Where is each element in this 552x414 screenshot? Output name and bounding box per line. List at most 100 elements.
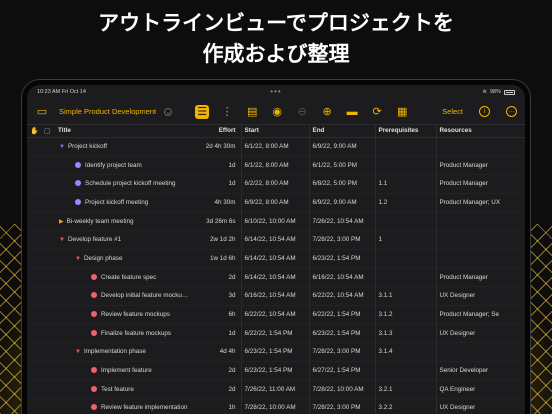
row-prerequisites[interactable] <box>374 211 436 231</box>
row-prerequisites[interactable]: 1.1 <box>374 174 436 194</box>
row-prerequisites[interactable]: 1 <box>374 230 436 250</box>
row-start[interactable]: 6/14/22, 10:54 AM <box>240 249 309 269</box>
row-effort[interactable]: 1h <box>195 398 241 414</box>
row-prerequisites[interactable] <box>374 155 436 175</box>
row-end[interactable]: 6/9/22, 9:00 AM <box>308 193 375 213</box>
row-end[interactable]: 6/22/22, 10:54 AM <box>308 286 375 306</box>
row-title[interactable]: Implementation phase <box>84 348 146 355</box>
row-end[interactable]: 6/16/22, 10:54 AM <box>308 267 375 287</box>
row-effort[interactable]: 2d 4h 30m <box>195 137 241 157</box>
row-end[interactable]: 6/23/22, 1:54 PM <box>308 323 375 344</box>
add-icon[interactable]: ⊕ <box>320 105 334 119</box>
row-effort[interactable]: 2d <box>195 361 241 381</box>
row-resources[interactable]: Product Manager <box>435 155 525 175</box>
table-row[interactable]: Schedule project kickoff meeting 1d 6/2/… <box>27 174 525 194</box>
info-icon[interactable]: i <box>479 106 490 117</box>
row-title[interactable]: Review feature implementation <box>101 404 187 411</box>
row-title[interactable]: Review feature mockups <box>101 311 170 318</box>
title-column-header[interactable]: Title <box>55 125 195 138</box>
row-start[interactable]: 6/22/22, 10:54 AM <box>240 305 309 325</box>
table-row[interactable]: ▼ Design phase 1w 1d 6h 6/14/22, 10:54 AM… <box>27 249 525 269</box>
row-end[interactable]: 7/28/22, 3:00 PM <box>308 230 375 250</box>
disclosure-triangle-icon[interactable]: ▼ <box>59 144 65 150</box>
row-resources[interactable]: Product Manager; UX <box>435 193 525 213</box>
effort-column-header[interactable]: Effort <box>195 125 241 138</box>
row-title[interactable]: Test feature <box>101 386 134 393</box>
row-end[interactable]: 7/28/22, 3:00 PM <box>308 398 375 414</box>
outline-view-icon[interactable]: ☰ <box>195 104 210 119</box>
row-start[interactable]: 6/23/22, 1:54 PM <box>240 342 309 362</box>
resources-column-header[interactable]: Resources <box>435 125 525 138</box>
row-start[interactable]: 6/14/22, 10:54 AM <box>240 230 309 250</box>
row-effort[interactable]: 1w 1d 6h <box>195 249 241 269</box>
table-row[interactable]: Review feature implementation 1h 7/28/22… <box>27 398 525 414</box>
row-effort[interactable]: 2d <box>195 379 241 400</box>
disclosure-triangle-icon[interactable]: ▼ <box>75 256 81 262</box>
row-resources[interactable]: UX Designer <box>435 323 525 344</box>
row-title[interactable]: Project kickoff <box>68 143 107 150</box>
row-effort[interactable]: 2w 1d 2h <box>195 230 241 250</box>
row-resources[interactable]: Product Manager; Se <box>435 305 525 325</box>
row-end[interactable]: 6/23/22, 1:54 PM <box>308 249 375 269</box>
row-start[interactable]: 6/23/22, 1:54 PM <box>240 361 309 381</box>
row-resources[interactable]: Product Manager <box>435 174 525 194</box>
start-column-header[interactable]: Start <box>240 125 309 138</box>
folder-icon[interactable]: ▭ <box>35 105 49 119</box>
end-column-header[interactable]: End <box>308 125 375 138</box>
row-resources[interactable]: UX Designer <box>435 286 525 306</box>
row-title[interactable]: Implement feature <box>101 367 152 374</box>
prerequisites-column-header[interactable]: Prerequisites <box>374 125 436 138</box>
row-resources[interactable]: Product Manager <box>435 267 525 287</box>
select-button[interactable]: Select <box>442 107 463 116</box>
row-end[interactable]: 6/1/22, 5:00 PM <box>308 155 375 175</box>
row-start[interactable]: 6/14/22, 10:54 AM <box>240 267 309 287</box>
eye-icon[interactable]: ◉ <box>270 105 284 119</box>
row-end[interactable]: 7/28/22, 3:00 PM <box>308 342 375 362</box>
row-end[interactable]: 6/9/22, 9:00 AM <box>308 137 375 157</box>
row-title[interactable]: Develop initial feature mocku… <box>101 292 188 299</box>
row-end[interactable]: 7/28/22, 10:00 AM <box>308 379 375 400</box>
row-prerequisites[interactable] <box>374 361 436 381</box>
row-title[interactable]: Project kickoff meeting <box>85 199 148 206</box>
table-row[interactable]: ▶ Bi-weekly team meeting 3d 26m 6s 6/10/2… <box>27 211 525 231</box>
row-effort[interactable]: 1d <box>195 323 241 344</box>
disclosure-triangle-icon[interactable]: ▼ <box>75 349 81 355</box>
indent-view-icon[interactable]: ⋮ <box>220 105 234 119</box>
row-resources[interactable] <box>435 211 525 231</box>
row-prerequisites[interactable]: 3.1.3 <box>374 323 436 344</box>
row-prerequisites[interactable]: 3.1.4 <box>374 342 436 362</box>
row-effort[interactable]: 1d <box>195 155 241 175</box>
row-start[interactable]: 6/16/22, 10:54 AM <box>240 286 309 306</box>
multitasking-dots-icon[interactable]: ••• <box>270 88 281 96</box>
row-end[interactable]: 6/27/22, 1:54 PM <box>308 361 375 381</box>
row-title[interactable]: Develop feature #1 <box>68 236 121 243</box>
row-start[interactable]: 7/28/22, 10:00 AM <box>240 398 309 414</box>
row-effort[interactable]: 1d <box>195 174 241 194</box>
row-start[interactable]: 6/9/22, 8:00 AM <box>240 193 309 213</box>
row-prerequisites[interactable] <box>374 249 436 269</box>
row-title[interactable]: Finalize feature mockups <box>101 330 171 337</box>
table-row[interactable]: Project kickoff meeting 4h 30m 6/9/22, 8… <box>27 193 525 213</box>
baseline-icon[interactable]: ▬ <box>345 105 359 119</box>
row-prerequisites[interactable]: 3.2.1 <box>374 379 436 400</box>
table-row[interactable]: Review feature mockups 6h 6/22/22, 10:54… <box>27 305 525 325</box>
row-prerequisites[interactable]: 1.2 <box>374 193 436 213</box>
row-prerequisites[interactable]: 3.1.1 <box>374 286 436 306</box>
row-start[interactable]: 6/22/22, 1:54 PM <box>240 323 309 344</box>
row-resources[interactable] <box>435 249 525 269</box>
table-row[interactable]: ▼ Project kickoff 2d 4h 30m 6/1/22, 8:00 … <box>27 137 525 157</box>
row-resources[interactable] <box>435 137 525 157</box>
row-resources[interactable] <box>435 230 525 250</box>
table-row[interactable]: Test feature 2d 7/26/22, 11:00 AM 7/28/2… <box>27 379 525 400</box>
row-prerequisites[interactable] <box>374 267 436 287</box>
row-effort[interactable]: 4d 4h <box>195 342 241 362</box>
row-resources[interactable]: Senior Developer <box>435 361 525 381</box>
row-prerequisites[interactable]: 3.1.2 <box>374 305 436 325</box>
table-row[interactable]: ▼ Implementation phase 4d 4h 6/23/22, 1:5… <box>27 342 525 362</box>
gantt-view-icon[interactable]: ▤ <box>245 105 259 119</box>
row-resources[interactable] <box>435 342 525 362</box>
chevron-down-icon[interactable]: ⌄ <box>164 107 173 116</box>
table-row[interactable]: Identify project team 1d 6/1/22, 8:00 AM… <box>27 155 525 175</box>
row-end[interactable]: 6/8/22, 5:00 PM <box>308 174 375 194</box>
row-prerequisites[interactable]: 3.2.2 <box>374 398 436 414</box>
